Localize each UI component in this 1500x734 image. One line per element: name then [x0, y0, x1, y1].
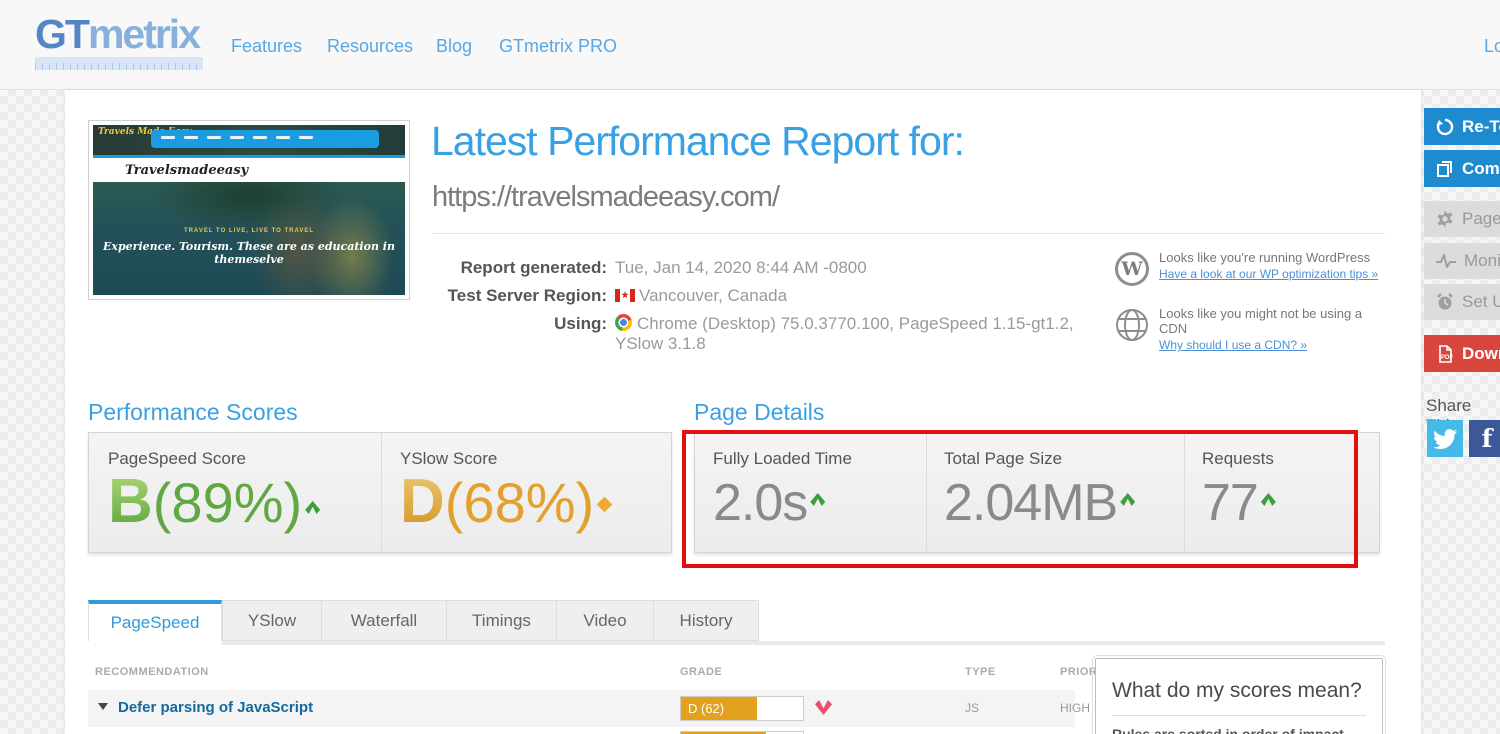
nav-link-resources[interactable]: Resources: [327, 36, 413, 57]
thumb-site-name: Travelsmadeeasy: [125, 162, 249, 178]
nav-link-blog[interactable]: Blog: [436, 36, 472, 57]
total-page-size-value: 2.04MB: [944, 477, 1136, 529]
thumb-site-navbar: [151, 130, 379, 148]
globe-icon: [1115, 308, 1149, 347]
requests-value: 77: [1202, 477, 1276, 529]
tabs-bottom-strip: [222, 641, 1385, 645]
yslow-score-value: D(68%): [400, 471, 613, 533]
using-label: Using:: [554, 314, 607, 333]
report-generated-row: Report generated: Tue, Jan 14, 2020 8:44…: [432, 258, 1092, 278]
gtmetrix-report-page: GTmetrix Features Resources Blog GTmetri…: [0, 0, 1500, 734]
page-settings-button[interactable]: Page: [1424, 201, 1500, 237]
pdf-icon: PDF: [1439, 344, 1453, 363]
ruler-icon: [35, 57, 203, 70]
tab-waterfall[interactable]: Waterfall: [322, 600, 447, 641]
thumb-hero-image: TRAVEL TO LIVE, LIVE TO TRAVEL Experienc…: [93, 182, 405, 295]
twitter-share-button[interactable]: [1427, 420, 1463, 457]
test-server-region-value: Vancouver, Canada: [615, 286, 787, 306]
compare-button[interactable]: Comp: [1424, 150, 1500, 187]
refresh-icon: [1436, 118, 1454, 135]
nav-link-gtmetrix-pro[interactable]: GTmetrix PRO: [499, 36, 617, 57]
gear-icon: [1437, 210, 1453, 228]
cdn-notice-text: Looks like you might not be using a CDN: [1159, 306, 1363, 336]
download-pdf-button[interactable]: PDF Down: [1424, 335, 1500, 372]
fully-loaded-time-value: 2.0s: [713, 477, 852, 529]
tab-history[interactable]: History: [654, 600, 759, 641]
tab-pagespeed[interactable]: PageSpeed: [88, 600, 222, 641]
alarm-clock-icon: [1437, 293, 1453, 310]
cdn-notice: Looks like you might not be using a CDN …: [1115, 306, 1385, 354]
page-title: Latest Performance Report for:: [431, 118, 965, 164]
pulse-icon: [1436, 254, 1456, 268]
top-navigation-bar: GTmetrix Features Resources Blog GTmetri…: [0, 0, 1500, 90]
gtmetrix-logo[interactable]: GTmetrix: [35, 14, 207, 70]
facebook-icon: f: [1481, 424, 1493, 453]
expand-triangle-icon[interactable]: [98, 703, 108, 710]
performance-scores-card: PageSpeed Score B(89%) YSlow Score D(68%…: [88, 432, 672, 553]
column-header-type: TYPE: [965, 666, 996, 678]
trend-up-icon: [1120, 493, 1136, 506]
recommendation-row-partial[interactable]: [88, 727, 1075, 734]
tab-timings[interactable]: Timings: [447, 600, 557, 641]
recommendation-name[interactable]: Defer parsing of JavaScript: [118, 699, 313, 716]
login-link[interactable]: Lo: [1484, 36, 1500, 57]
pagespeed-score-value: B(89%): [108, 471, 321, 533]
copy-icon: [1437, 160, 1452, 177]
test-server-region-label: Test Server Region:: [447, 286, 607, 305]
pagespeed-score-label: PageSpeed Score: [108, 449, 246, 468]
facebook-share-button[interactable]: f: [1469, 420, 1500, 457]
divider: [432, 233, 1385, 234]
performance-scores-heading: Performance Scores: [88, 399, 298, 425]
svg-text:PDF: PDF: [1441, 355, 1453, 361]
setup-alerts-button[interactable]: Set U: [1424, 284, 1500, 320]
nav-link-features[interactable]: Features: [231, 36, 302, 57]
column-header-grade: GRADE: [680, 666, 723, 678]
wordpress-notice: W Looks like you're running WordPress Ha…: [1115, 250, 1385, 286]
recommendation-row[interactable]: Defer parsing of JavaScript D (62) JS HI…: [88, 690, 1090, 727]
wordpress-notice-text: Looks like you're running WordPress: [1159, 250, 1371, 265]
wordpress-icon: W: [1115, 252, 1149, 286]
total-page-size-label: Total Page Size: [944, 449, 1063, 468]
page-details-heading: Page Details: [694, 399, 825, 425]
report-generated-value: Tue, Jan 14, 2020 8:44 AM -0800: [615, 258, 867, 277]
trend-down-icon: [815, 700, 832, 715]
chrome-icon: [615, 314, 632, 331]
cdn-info-link[interactable]: Why should I use a CDN? »: [1159, 338, 1307, 352]
requests-label: Requests: [1202, 449, 1274, 468]
grade-fill: D (62): [681, 697, 757, 720]
page-details-card: Fully Loaded Time 2.0s Total Page Size 2…: [694, 432, 1380, 553]
grade-bar: D (62): [680, 696, 804, 721]
scores-info-box: What do my scores mean? Rules are sorted…: [1092, 655, 1386, 734]
wp-optimization-tips-link[interactable]: Have a look at our WP optimization tips …: [1159, 267, 1378, 281]
tab-yslow[interactable]: YSlow: [222, 600, 322, 641]
twitter-icon: [1433, 428, 1457, 449]
site-screenshot-thumbnail[interactable]: Travels Made Easy Travelsmadeeasy TRAVEL…: [88, 120, 410, 300]
report-tabs: PageSpeed YSlow Waterfall Timings Video …: [88, 600, 759, 641]
trend-neutral-icon: [596, 496, 613, 513]
trend-up-icon: [1260, 493, 1276, 506]
trend-up-icon: [305, 501, 321, 514]
fully-loaded-time-label: Fully Loaded Time: [713, 449, 852, 468]
report-generated-label: Report generated:: [460, 258, 607, 277]
using-row: Using: Chrome (Desktop) 75.0.3770.100, P…: [432, 314, 1092, 354]
using-value: Chrome (Desktop) 75.0.3770.100, PageSpee…: [615, 314, 1074, 353]
yslow-score-label: YSlow Score: [400, 449, 498, 468]
divider: [1112, 715, 1366, 716]
tab-video[interactable]: Video: [557, 600, 654, 641]
scores-info-title: What do my scores mean?: [1112, 679, 1362, 702]
report-url: https://travelsmadeeasy.com/: [432, 181, 780, 213]
trend-up-icon: [810, 493, 826, 506]
site-screenshot-image: Travels Made Easy Travelsmadeeasy TRAVEL…: [93, 125, 405, 295]
scores-info-body: Rules are sorted in order of impact: [1112, 726, 1344, 734]
recommendation-type: JS: [965, 701, 980, 715]
test-server-region-row: Test Server Region: Vancouver, Canada: [432, 286, 1092, 306]
retest-button[interactable]: Re-Te: [1424, 108, 1500, 145]
monitor-button[interactable]: Monit: [1424, 243, 1500, 279]
recommendation-priority: HIGH: [1060, 701, 1090, 715]
canada-flag-icon: [615, 289, 635, 302]
column-header-recommendation: RECOMMENDATION: [95, 666, 209, 678]
gtmetrix-logo-text: GTmetrix: [35, 11, 201, 57]
